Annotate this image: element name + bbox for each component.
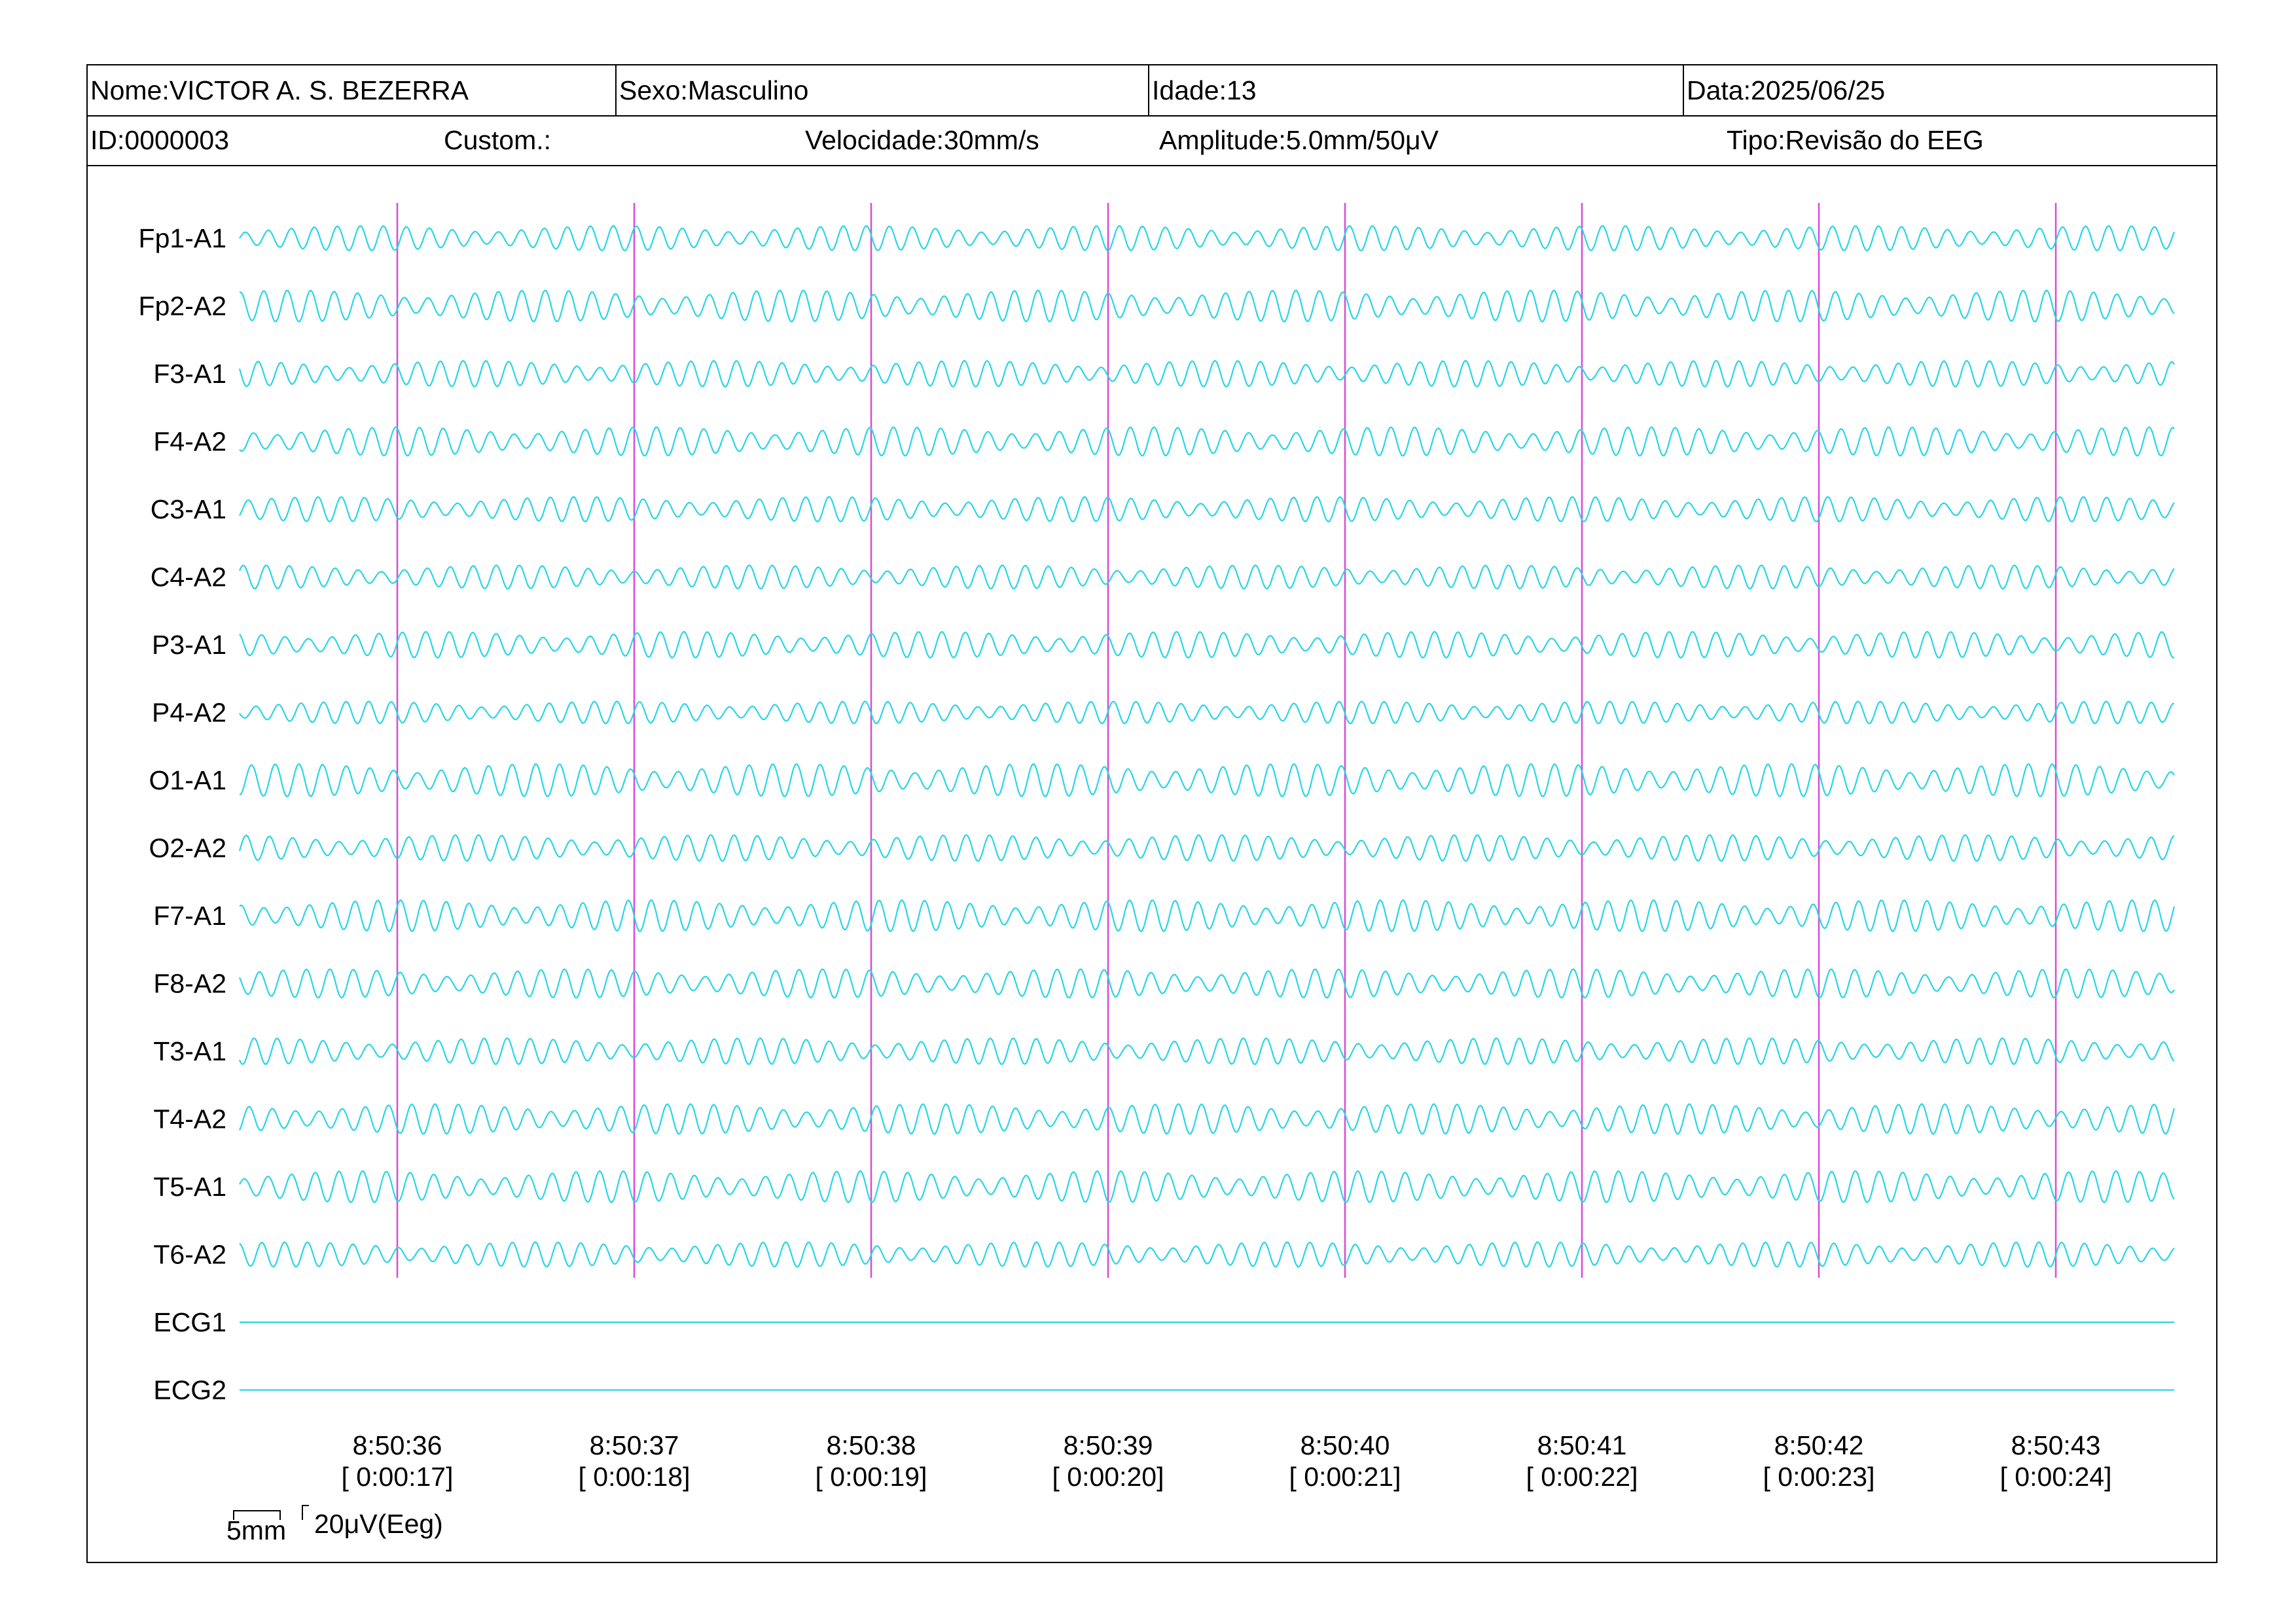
channel-label: F8-A2	[153, 969, 226, 999]
time-elapsed-label: [ 0:00:22]	[1526, 1462, 1638, 1492]
channel-label: ECG2	[153, 1375, 226, 1405]
time-elapsed-label: [ 0:00:23]	[1763, 1462, 1875, 1492]
time-elapsed-label: [ 0:00:17]	[342, 1462, 454, 1492]
channel-trace	[239, 630, 2175, 659]
channel-trace	[238, 1037, 2175, 1066]
channel-label: ECG1	[153, 1307, 226, 1337]
channel-label: C4-A2	[151, 562, 226, 592]
channel-trace	[238, 564, 2175, 590]
channel-label: C3-A1	[151, 494, 226, 524]
time-clock-label: 8:50:40	[1300, 1430, 1390, 1460]
channel-trace	[238, 834, 2175, 862]
time-clock-label: 8:50:37	[590, 1430, 679, 1460]
channel-trace	[239, 1170, 2175, 1204]
channel-trace	[238, 359, 2175, 388]
channel-labels: Fp1-A1 Fp2-A2 F3-A1 F4-A2 C3-A1 C4-A2 P3-A1 P4-…	[139, 223, 226, 1405]
time-elapsed-label: [ 0:00:24]	[2000, 1462, 2112, 1492]
amplitude-scale-bracket	[302, 1505, 309, 1520]
channel-label: F3-A1	[153, 359, 226, 389]
time-clock-label: 8:50:41	[1537, 1430, 1627, 1460]
channel-trace	[239, 763, 2175, 798]
time-elapsed-label: [ 0:00:19]	[816, 1462, 927, 1492]
channel-label: T5-A1	[153, 1172, 226, 1202]
channel-trace	[238, 968, 2175, 999]
channel-trace	[239, 1241, 2175, 1268]
channel-trace	[239, 700, 2175, 725]
channel-trace	[239, 899, 2176, 933]
channel-label: Fp2-A2	[139, 291, 226, 321]
channel-trace	[239, 426, 2175, 457]
time-elapsed-label: [ 0:00:21]	[1289, 1462, 1401, 1492]
time-elapsed-label: [ 0:00:20]	[1052, 1462, 1164, 1492]
channel-traces	[238, 225, 2176, 1391]
channel-label: P3-A1	[152, 630, 226, 660]
channel-label: F4-A2	[153, 427, 226, 457]
channel-trace	[239, 496, 2175, 523]
channel-trace	[238, 1103, 2176, 1135]
channel-label: Fp1-A1	[139, 223, 226, 253]
channel-label: T6-A2	[153, 1240, 226, 1270]
time-elapsed-label: [ 0:00:18]	[579, 1462, 691, 1492]
channel-label: P4-A2	[152, 698, 226, 728]
channel-label: T3-A1	[153, 1036, 226, 1066]
amplitude-scale-label: 20μV(Eeg)	[314, 1509, 443, 1539]
channel-trace	[239, 225, 2176, 252]
scale-legend: 5mm 20μV(Eeg)	[226, 1505, 443, 1545]
eeg-trace-panel: Fp1-A1 Fp2-A2 F3-A1 F4-A2 C3-A1 C4-A2 P3-A1 P4-…	[139, 203, 2176, 1545]
channel-trace	[239, 289, 2175, 323]
time-clock-label: 8:50:43	[2011, 1430, 2101, 1460]
channel-label: F7-A1	[153, 901, 226, 931]
time-clock-label: 8:50:38	[827, 1430, 916, 1460]
time-labels: 8:50:36[ 0:00:17] 8:50:37[ 0:00:18] 8:50:3…	[342, 1430, 2112, 1492]
channel-label: T4-A2	[153, 1104, 226, 1134]
time-scale-label: 5mm	[226, 1515, 286, 1545]
time-clock-label: 8:50:36	[353, 1430, 442, 1460]
channel-label: O1-A1	[149, 765, 227, 795]
channel-label: O2-A2	[149, 833, 227, 863]
time-clock-label: 8:50:42	[1774, 1430, 1864, 1460]
time-clock-label: 8:50:39	[1064, 1430, 1153, 1460]
